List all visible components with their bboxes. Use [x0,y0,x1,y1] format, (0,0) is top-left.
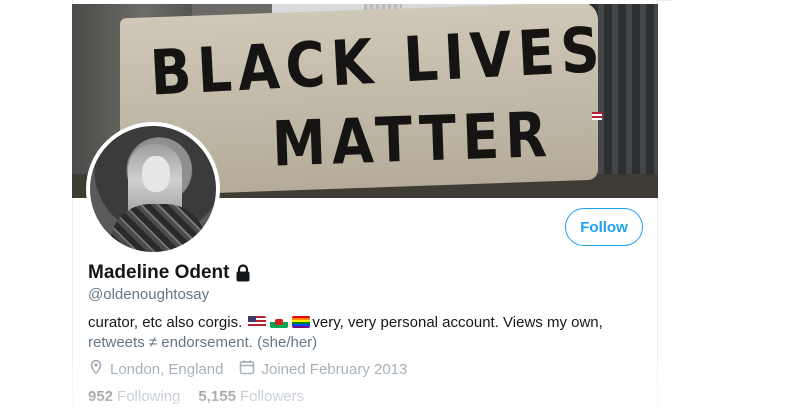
following-link[interactable]: 952 Following [88,388,180,405]
bio-text-line2: retweets ≠ endorsement. (she/her) [88,334,318,351]
followers-label: Followers [239,388,305,405]
joined-item: Joined February 2013 [239,359,407,379]
profile-name-row: Madeline Odent [88,262,253,284]
avatar-body [110,204,206,252]
us-flag-icon [248,316,267,328]
profile-name: Madeline Odent [88,262,230,283]
banner-text-line2: MATTER [270,98,554,181]
avatar[interactable] [86,122,220,256]
location-pin-icon [88,359,104,379]
location-item: London, England [88,359,223,379]
calendar-icon [239,359,255,379]
avatar-face [142,156,170,192]
following-label: Following [117,388,181,405]
joined-text: Joined February 2013 [261,360,408,378]
rainbow-flag-icon [292,316,311,328]
bio-text-end: very, very personal account. Views my ow… [312,314,603,331]
lock-icon [233,263,253,283]
wales-flag-icon [270,316,289,328]
location-text: London, England [110,360,224,378]
profile-bio: curator, etc also corgis. very, very per… [88,313,618,353]
profile-stats: 952 Following 5,155 Followers [88,388,304,405]
followers-count: 5,155 [198,388,236,405]
profile-meta: London, England Joined February 2013 [88,359,407,379]
following-count: 952 [88,388,114,405]
banner-flag [592,112,602,120]
profile-handle: @oldenoughtosay [88,286,210,303]
bio-text-start: curator, etc also corgis. [88,314,243,331]
follow-button[interactable]: Follow [565,208,643,246]
followers-link[interactable]: 5,155 Followers [198,388,304,405]
